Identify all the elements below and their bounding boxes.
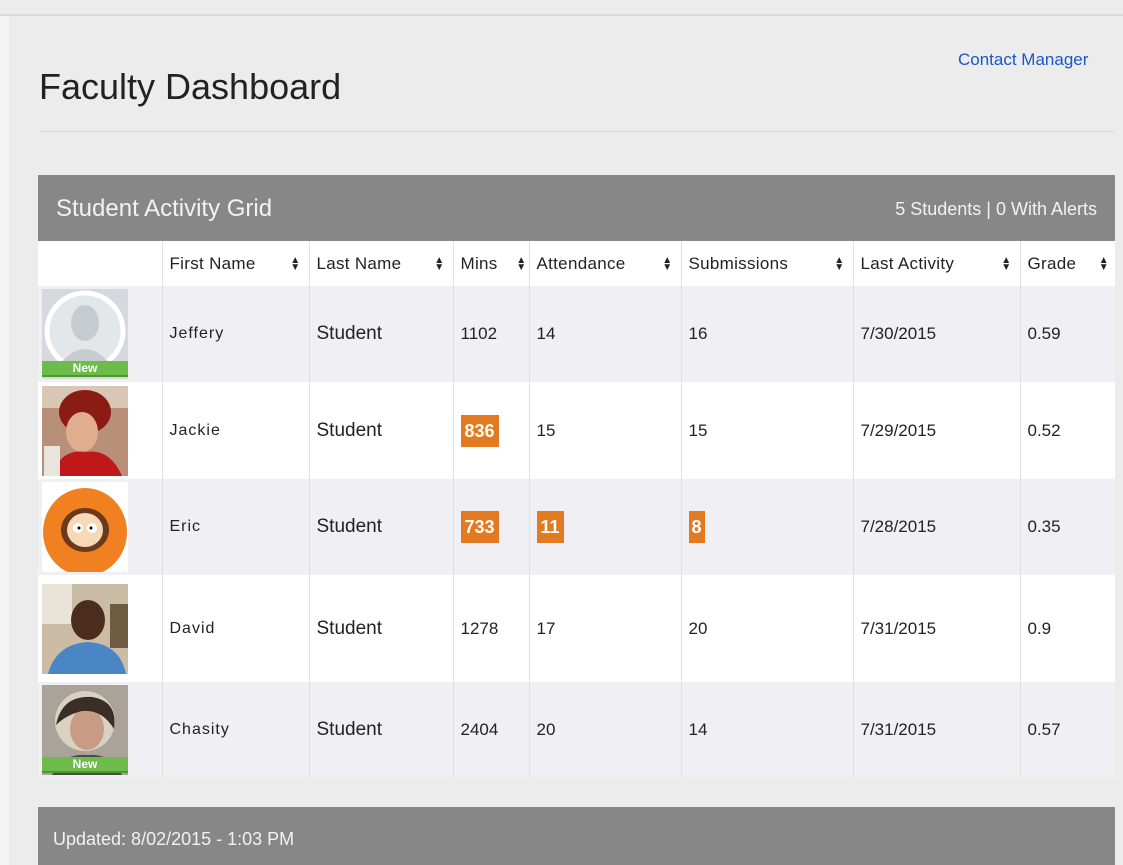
last-name-cell: Student [308, 382, 453, 479]
sort-icon: ▲ ▼ [1001, 254, 1012, 273]
column-label: Submissions [688, 253, 789, 273]
avatar-cell [38, 382, 162, 479]
attendance-cell: 17 [528, 575, 681, 682]
avatar[interactable] [42, 385, 128, 476]
avatar-cell [38, 575, 162, 682]
attendance-cell: 20 [528, 682, 681, 778]
title-divider [39, 131, 1114, 132]
table-row[interactable]: New Jeffery Student 1102 14 16 7/30/2015… [38, 286, 1115, 382]
last-name-cell: Student [308, 682, 453, 778]
attendance-cell: 15 [528, 382, 681, 479]
last-activity-column-header[interactable]: Last Activity ▲ ▼ [852, 241, 1020, 286]
contact-manager-link[interactable]: Contact Manager [958, 50, 1088, 70]
last-name-cell: Student [308, 575, 453, 682]
grade-cell: 0.52 [1019, 382, 1115, 479]
avatar-cell: New [38, 682, 162, 778]
last-name-cell: Student [308, 286, 453, 382]
column-label: Last Name [316, 253, 402, 273]
new-badge: New [42, 361, 128, 377]
avatar-cell [38, 479, 162, 575]
last-activity-cell: 7/31/2015 [852, 575, 1020, 682]
mins-alert-badge: 733 [460, 511, 499, 543]
avatar-cell: New [38, 286, 162, 382]
grade-cell: 0.57 [1019, 682, 1115, 778]
first-name-cell: Jeffery [161, 286, 309, 382]
student-count-summary: 5 Students | 0 With Alerts [895, 199, 1097, 219]
first-name-cell: Jackie [161, 382, 309, 479]
table-header-row: First Name ▲ ▼ Last Name ▲ ▼ Mins ▲ ▼ Attendan… [38, 241, 1115, 286]
submissions-cell: 15 [680, 382, 853, 479]
avatar-column-header [38, 241, 162, 286]
mins-alert-badge: 836 [460, 414, 499, 447]
new-badge: New [42, 757, 128, 773]
mins-cell: 1102 [452, 286, 529, 382]
column-label: First Name [169, 253, 256, 273]
avatar[interactable] [42, 583, 128, 674]
submissions-cell: 14 [680, 682, 853, 778]
submissions-cell: 20 [680, 575, 853, 682]
panel-header: Student Activity Grid 5 Students | 0 Wit… [38, 175, 1115, 241]
mins-cell: 836 [452, 382, 529, 479]
user-photo-icon [42, 583, 128, 674]
first-name-column-header[interactable]: First Name ▲ ▼ [161, 241, 309, 286]
mins-cell: 1278 [452, 575, 529, 682]
submissions-alert-badge: 8 [688, 511, 705, 543]
left-edge-strip [0, 16, 9, 865]
sort-icon: ▲ ▼ [516, 254, 527, 273]
column-label: Mins [460, 253, 498, 273]
last-activity-cell: 7/29/2015 [852, 382, 1020, 479]
last-activity-cell: 7/30/2015 [852, 286, 1020, 382]
column-label: Grade [1027, 253, 1077, 273]
sort-icon: ▲ ▼ [290, 254, 301, 273]
first-name-cell: David [161, 575, 309, 682]
grade-cell: 0.59 [1019, 286, 1115, 382]
last-activity-cell: 7/28/2015 [852, 479, 1020, 575]
student-activity-table: First Name ▲ ▼ Last Name ▲ ▼ Mins ▲ ▼ Attendan… [38, 241, 1115, 778]
submissions-column-header[interactable]: Submissions ▲ ▼ [680, 241, 853, 286]
panel-footer: Updated: 8/02/2015 - 1:03 PM [38, 807, 1115, 865]
first-name-cell: Chasity [161, 682, 309, 778]
table-row[interactable]: Jackie Student 836 15 15 7/29/2015 0.52 [38, 382, 1115, 479]
table-row[interactable]: New Chasity Student 2404 20 14 7/31/2015… [38, 682, 1115, 778]
last-name-cell: Student [308, 479, 453, 575]
top-divider [0, 14, 1123, 16]
column-label: Last Activity [860, 253, 955, 273]
grade-cell: 0.35 [1019, 479, 1115, 575]
column-label: Attendance [536, 253, 626, 273]
submissions-cell: 8 [680, 479, 853, 575]
table-row[interactable]: Eric Student 733 11 8 7/28/2015 0.35 [38, 479, 1115, 575]
page-title: Faculty Dashboard [39, 66, 342, 107]
grade-column-header[interactable]: Grade ▲ ▼ [1019, 241, 1115, 286]
last-name-column-header[interactable]: Last Name ▲ ▼ [308, 241, 453, 286]
sort-icon: ▲ ▼ [1098, 254, 1109, 273]
first-name-cell: Eric [161, 479, 309, 575]
panel-title: Student Activity Grid [56, 195, 273, 222]
sort-icon: ▲ ▼ [434, 254, 445, 273]
last-activity-cell: 7/31/2015 [852, 682, 1020, 778]
student-activity-panel: Student Activity Grid 5 Students | 0 Wit… [38, 175, 1115, 865]
mins-cell: 733 [452, 479, 529, 575]
last-updated-text: Updated: 8/02/2015 - 1:03 PM [53, 829, 295, 849]
attendance-alert-badge: 11 [536, 511, 564, 543]
table-row[interactable]: David Student 1278 17 20 7/31/2015 0.9 [38, 575, 1115, 682]
grade-cell: 0.9 [1019, 575, 1115, 682]
cartoon-avatar-icon [42, 482, 128, 572]
attendance-cell: 14 [528, 286, 681, 382]
attendance-column-header[interactable]: Attendance ▲ ▼ [528, 241, 681, 286]
sort-icon: ▲ ▼ [834, 254, 845, 273]
mins-column-header[interactable]: Mins ▲ ▼ [452, 241, 529, 286]
avatar[interactable]: New [42, 685, 128, 775]
mins-cell: 2404 [452, 682, 529, 778]
attendance-cell: 11 [528, 479, 681, 575]
user-photo-icon [42, 385, 128, 476]
avatar[interactable] [42, 482, 128, 572]
avatar[interactable]: New [42, 289, 128, 379]
sort-icon: ▲ ▼ [662, 254, 673, 273]
submissions-cell: 16 [680, 286, 853, 382]
